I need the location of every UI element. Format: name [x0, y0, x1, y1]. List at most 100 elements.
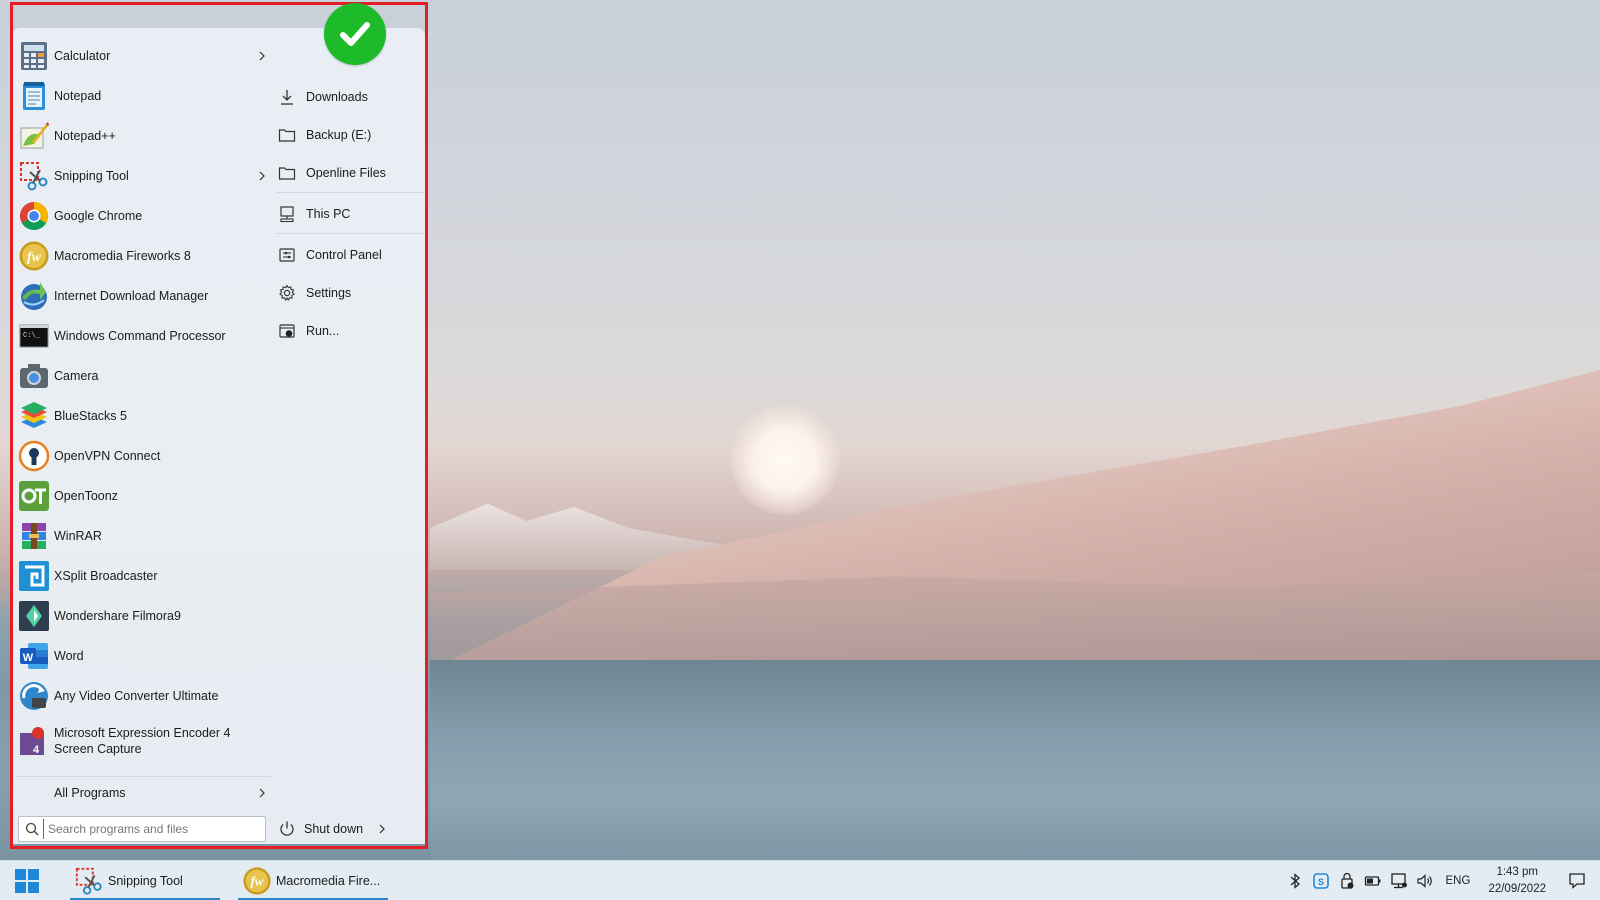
- app-item-any-video-converter[interactable]: Any Video Converter Ultimate: [16, 676, 271, 716]
- security-icon[interactable]: [1338, 872, 1356, 890]
- svg-text:C:\_: C:\_: [23, 332, 41, 340]
- language-indicator[interactable]: ENG: [1446, 875, 1471, 887]
- app-item-fireworks[interactable]: fw Macromedia Fireworks 8: [16, 236, 271, 276]
- place-label: This PC: [306, 207, 351, 221]
- app-label: Calculator: [54, 49, 111, 63]
- app-item-windows-command-processor[interactable]: C:\_ Windows Command Processor: [16, 316, 271, 356]
- wallpaper-sun: [730, 405, 840, 515]
- chevron-right-icon[interactable]: [257, 171, 267, 181]
- taskbar-item-label: Macromedia Fire...: [276, 874, 381, 888]
- app-label: Macromedia Fireworks 8: [54, 249, 191, 263]
- video-converter-icon: [20, 682, 48, 710]
- app-label: BlueStacks 5: [54, 409, 127, 423]
- checkmark-icon: [340, 22, 370, 46]
- app-item-opentoonz[interactable]: OpenToonz: [16, 476, 271, 516]
- app-label: Microsoft Expression Encoder 4 Screen Ca…: [54, 726, 231, 756]
- app-label: Notepad++: [54, 129, 116, 143]
- taskbar-item-label: Snipping Tool: [108, 874, 183, 888]
- bluetooth-icon[interactable]: [1286, 872, 1304, 890]
- app-label: Wondershare Filmora9: [54, 609, 181, 623]
- app-item-word[interactable]: W Word: [16, 636, 271, 676]
- search-box[interactable]: [18, 816, 266, 842]
- place-label: Control Panel: [306, 248, 382, 262]
- search-input[interactable]: [43, 819, 253, 839]
- search-icon: [25, 822, 39, 836]
- place-item-backup-e[interactable]: Backup (E:): [276, 116, 424, 154]
- snipping-tool-icon: [75, 867, 102, 895]
- app-item-xsplit-broadcaster[interactable]: XSplit Broadcaster: [16, 556, 271, 596]
- app-label: WinRAR: [54, 529, 102, 543]
- app-label: Google Chrome: [54, 209, 143, 223]
- fireworks-icon: fw: [243, 867, 271, 895]
- place-label: Run...: [306, 324, 340, 338]
- taskbar-item-fireworks[interactable]: fw Macromedia Fire...: [238, 861, 388, 900]
- app-item-expression-encoder[interactable]: 4 Microsoft Expression Encoder 4 Screen …: [16, 716, 271, 766]
- app-item-notepad[interactable]: Notepad: [16, 76, 271, 116]
- app-item-camera[interactable]: Camera: [16, 356, 271, 396]
- app-label: Any Video Converter Ultimate: [54, 689, 219, 703]
- place-label: Backup (E:): [306, 128, 372, 142]
- clock-time: 1:43 pm: [1496, 866, 1538, 878]
- app-item-openvpn-connect[interactable]: OpenVPN Connect: [16, 436, 271, 476]
- notepadpp-icon: [20, 122, 49, 149]
- place-item-control-panel[interactable]: Control Panel: [276, 236, 424, 274]
- app-item-notepadpp[interactable]: Notepad++: [16, 116, 271, 156]
- opentoonz-icon: [19, 481, 49, 511]
- taskbar: Snipping Tool fw Macromedia Fire... S EN…: [0, 860, 1600, 900]
- app-item-snipping-tool[interactable]: Snipping Tool: [16, 156, 271, 196]
- start-button[interactable]: [14, 868, 40, 894]
- battery-icon[interactable]: [1364, 872, 1382, 890]
- gear-icon: [279, 284, 295, 302]
- app-item-winrar[interactable]: WinRAR: [16, 516, 271, 556]
- fireworks-icon: fw: [19, 241, 49, 271]
- start-menu: Calculator Notepad Notepad++ Snipping To…: [12, 28, 425, 844]
- svg-text:S: S: [1318, 877, 1324, 887]
- snipping-tool-icon: [20, 162, 48, 191]
- idm-icon: [21, 282, 47, 310]
- places-list: Downloads Backup (E:) Openline Files Thi…: [276, 78, 424, 350]
- app-label: OpenVPN Connect: [54, 449, 161, 463]
- app-tray-icon[interactable]: S: [1312, 872, 1330, 890]
- chevron-right-icon[interactable]: [377, 824, 387, 834]
- place-item-this-pc[interactable]: This PC: [276, 195, 424, 233]
- app-item-calculator[interactable]: Calculator: [16, 36, 271, 76]
- all-programs-button[interactable]: All Programs: [16, 776, 271, 808]
- openvpn-icon: [18, 440, 50, 472]
- app-label: Notepad: [54, 89, 102, 103]
- power-icon: [280, 821, 294, 836]
- app-label: Word: [54, 649, 84, 663]
- place-label: Downloads: [306, 90, 368, 104]
- place-item-openline-files[interactable]: Openline Files: [276, 154, 424, 192]
- app-item-bluestacks[interactable]: BlueStacks 5: [16, 396, 271, 436]
- notification-icon[interactable]: [1568, 872, 1586, 890]
- place-label: Settings: [306, 286, 352, 300]
- clock-date: 22/09/2022: [1488, 883, 1546, 895]
- app-label: Camera: [54, 369, 99, 383]
- network-icon[interactable]: [1390, 872, 1408, 890]
- clock[interactable]: 1:43 pm 22/09/2022: [1488, 864, 1546, 898]
- volume-icon[interactable]: [1416, 872, 1434, 890]
- all-programs-label: All Programs: [54, 785, 126, 800]
- xsplit-icon: [19, 561, 49, 591]
- calculator-icon: [21, 42, 47, 70]
- app-label: Snipping Tool: [54, 169, 129, 183]
- place-item-settings[interactable]: Settings: [276, 274, 424, 312]
- app-item-wondershare-filmora9[interactable]: Wondershare Filmora9: [16, 596, 271, 636]
- place-item-run[interactable]: Run...: [276, 312, 424, 350]
- expression-encoder-icon: 4: [20, 727, 44, 756]
- download-icon: [281, 90, 293, 105]
- app-item-google-chrome[interactable]: Google Chrome: [16, 196, 271, 236]
- run-icon: [279, 324, 295, 338]
- chrome-icon: [20, 202, 48, 230]
- shut-down-label: Shut down: [304, 822, 364, 836]
- place-item-downloads[interactable]: Downloads: [276, 78, 424, 116]
- svg-text:fw: fw: [27, 250, 42, 265]
- shut-down-button[interactable]: Shut down: [276, 814, 396, 844]
- system-tray: S ENG 1:43 pm 22/09/2022: [1282, 861, 1600, 900]
- chevron-right-icon[interactable]: [257, 51, 267, 61]
- camera-icon: [20, 364, 48, 388]
- taskbar-item-snipping-tool[interactable]: Snipping Tool: [70, 861, 220, 900]
- place-label: Openline Files: [306, 166, 386, 180]
- chevron-right-icon: [259, 788, 265, 797]
- app-item-internet-download-manager[interactable]: Internet Download Manager: [16, 276, 271, 316]
